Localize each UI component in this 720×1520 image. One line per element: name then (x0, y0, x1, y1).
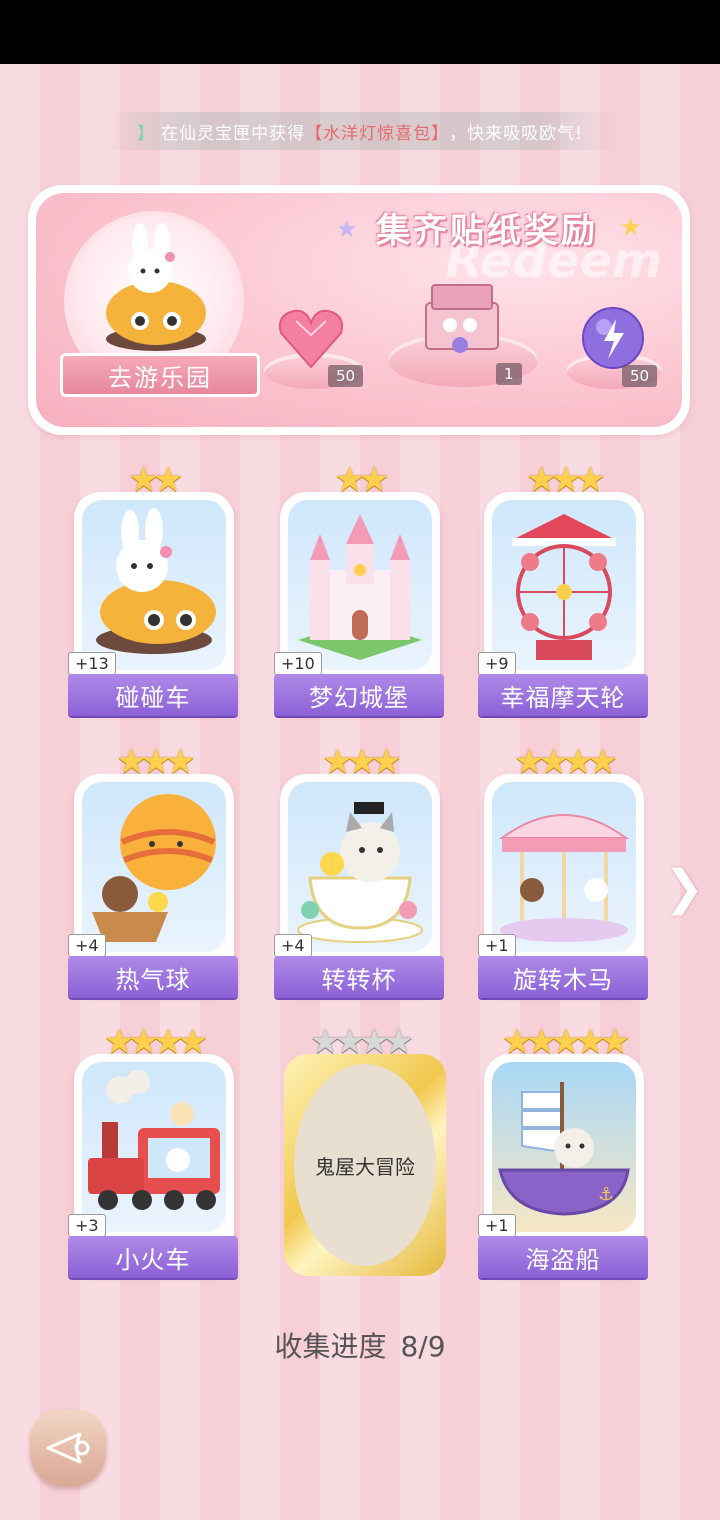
sticker-card[interactable]: ★★★ +9 幸福摩天轮 (478, 462, 648, 720)
pirate-ship-icon: ⚓ (498, 1082, 630, 1216)
sticker-name: 海盗船 (478, 1236, 648, 1278)
status-bar (0, 0, 720, 64)
sticker-card[interactable]: ★★ +10 梦幻城堡 (274, 462, 444, 720)
sticker-count: +4 (68, 934, 106, 957)
sticker-card[interactable]: ★★★★ +3 小火车 (68, 1024, 238, 1282)
star-decoration-icon: ★ (336, 215, 358, 243)
rarity-stars: ★★★★ (514, 742, 618, 782)
sticker-count: +3 (68, 1214, 106, 1237)
sticker-card[interactable]: ★★ +13 碰碰车 (68, 462, 238, 720)
collection-progress: 收集进度 8/9 (0, 1325, 720, 1365)
sticker-name: 旋转木马 (478, 956, 648, 998)
sticker-count: +9 (478, 652, 516, 675)
sticker-name: 幸福摩天轮 (478, 674, 648, 716)
rarity-stars: ★★ (334, 460, 390, 500)
ticker-bracket: 】 (137, 123, 156, 144)
reward-count: 1 (496, 363, 522, 385)
reward-count: 50 (328, 365, 364, 387)
announcement-ticker: 】 在仙灵宝匣中获得 【水洋灯惊喜包】 ，快来吸吸欧气! (100, 112, 620, 150)
hot-air-balloon-icon (92, 794, 216, 942)
purple-energy-orb-icon (582, 307, 644, 369)
back-arrow-icon (46, 1432, 90, 1464)
go-to-amusement-park-button[interactable]: 去游乐园 (60, 353, 260, 397)
castle-icon (298, 514, 422, 660)
rarity-stars: ★★ (128, 460, 184, 500)
chevron-right-icon[interactable]: ❯ (664, 860, 704, 916)
rarity-stars: ★★★ (322, 742, 401, 782)
rarity-stars: ★★★ (526, 460, 605, 500)
bumper-car-bunny-icon (106, 223, 206, 351)
sticker-count: +1 (478, 934, 516, 957)
progress-value: 8/9 (400, 1330, 446, 1363)
locked-sticker-name: 鬼屋大冒险 (294, 1064, 436, 1266)
locked-sticker-card[interactable]: 鬼屋大冒险 ★★★★ (274, 1022, 446, 1282)
sticker-name: 梦幻城堡 (274, 674, 444, 716)
sticker-count: +10 (274, 652, 322, 675)
svg-text:⚓: ⚓ (598, 1184, 614, 1205)
rarity-stars: ★★★★ (104, 1022, 208, 1062)
sticker-name: 碰碰车 (68, 674, 238, 716)
progress-label: 收集进度 (274, 1330, 387, 1363)
sticker-count: +4 (274, 934, 312, 957)
ticker-suffix: ，快来吸吸欧气! (449, 123, 583, 144)
reward-count: 50 (622, 365, 658, 387)
sticker-count: +13 (68, 652, 116, 675)
sticker-card[interactable]: ★★★ +4 转转杯 (274, 744, 444, 1002)
sticker-name: 转转杯 (274, 956, 444, 998)
teacup-cat-icon (297, 802, 423, 943)
back-button[interactable] (30, 1410, 106, 1486)
pink-heart-gem-icon (278, 309, 344, 369)
sticker-reward-banner: Redeem ★ ★ 集齐贴纸奖励 去游乐园 50 1 50 (28, 185, 690, 435)
sticker-card[interactable]: ⚓ ★★★★★ +1 海盗船 (478, 1024, 648, 1282)
sticker-name: 热气球 (68, 956, 238, 998)
sticker-name: 小火车 (68, 1236, 238, 1278)
ticker-item: 【水洋灯惊喜包】 (305, 123, 450, 144)
train-icon (88, 1070, 220, 1210)
rarity-stars: ★★★★★ (501, 1022, 630, 1062)
star-decoration-icon: ★ (620, 213, 642, 241)
carousel-icon (498, 814, 630, 942)
bumper-car-bunny-icon (96, 508, 216, 654)
sticker-card[interactable]: ★★★★ +1 旋转木马 (478, 744, 648, 1002)
rarity-stars: ★★★★ (310, 1022, 414, 1062)
rarity-stars: ★★★ (116, 742, 195, 782)
sticker-card[interactable]: ★★★ +4 热气球 (68, 744, 238, 1002)
ticker-prefix: 在仙灵宝匣中获得 (161, 123, 306, 144)
gift-box-icon (425, 284, 499, 353)
sticker-count: +1 (478, 1214, 516, 1237)
ferris-wheel-icon (512, 514, 616, 660)
banner-title: 集齐贴纸奖励 (376, 211, 598, 251)
